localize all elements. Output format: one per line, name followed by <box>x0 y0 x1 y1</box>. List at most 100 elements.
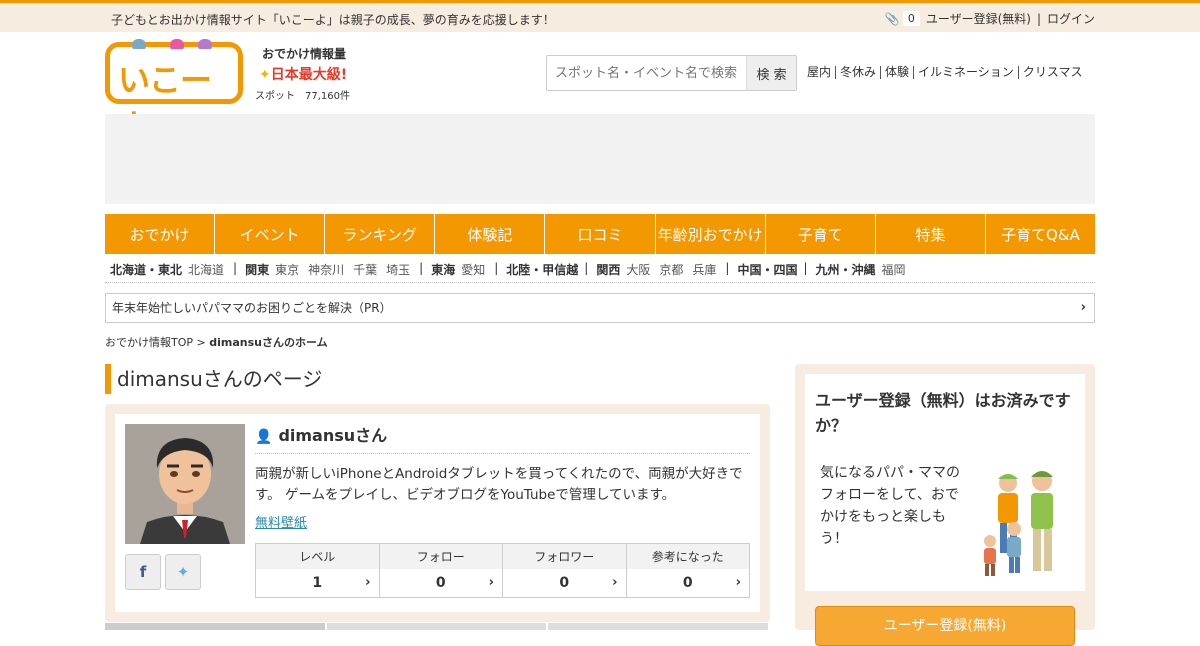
page-title: dimansuさんのページ <box>105 364 322 394</box>
user-name: 👤 dimansuさん <box>255 424 750 454</box>
stat-value: 1 <box>312 575 323 591</box>
family-illustration <box>984 471 1053 576</box>
chevron-right-icon: › <box>612 575 618 590</box>
region-name[interactable]: 中国・四国 <box>737 261 797 278</box>
register-link[interactable]: ユーザー登録(無料) <box>926 10 1031 27</box>
spot-count: スポット 77,160件 <box>255 91 350 102</box>
stat-helpful[interactable]: 参考になった 0 › <box>625 544 749 597</box>
region-separator: | <box>419 261 424 275</box>
breadcrumb-separator: > <box>196 336 206 349</box>
nav-item[interactable]: 子育てQ&A <box>984 214 1095 254</box>
stat-value: 0 <box>435 575 446 591</box>
region-name[interactable]: 東海 <box>431 261 455 278</box>
facebook-icon: f <box>139 563 147 581</box>
top-bar: 子どもとお出かけ情報サイト「いこーよ」は親子の成長、夢の育みを応援します！ 📎 … <box>0 0 1200 32</box>
ad-banner <box>105 114 1095 204</box>
separator: | <box>1036 11 1041 26</box>
user-bio: 両親が新しいiPhoneとAndroidタブレットを買ってくれたので、両親が大好… <box>255 466 743 503</box>
pr-text: 年末年始忙しいパパママのお困りごとを解決（PR） <box>112 301 392 315</box>
nav-item[interactable]: 口コミ <box>544 214 654 254</box>
twitter-share-button[interactable]: ✦ <box>165 554 201 590</box>
region-separator: | <box>494 261 499 275</box>
register-promo-card: ユーザー登録（無料）はお済みですか？ 気になるパパ・ママのフォローをして、おでか… <box>805 374 1085 591</box>
profile-tab[interactable] <box>548 623 769 630</box>
pref-link[interactable]: 福岡 <box>882 261 906 278</box>
search-input[interactable] <box>547 56 747 90</box>
paperclip-icon[interactable]: 📎 <box>885 13 900 25</box>
region-name[interactable]: 関東 <box>245 261 269 278</box>
pref-link[interactable]: 東京 <box>275 261 299 278</box>
breadcrumb-home[interactable]: おでかけ情報TOP <box>105 336 193 349</box>
site-logo[interactable]: いこーよ <box>105 39 243 145</box>
profile-card: f ✦ 👤 dimansuさん 両親が新しいiPhoneとAndroidタブレット… <box>115 414 760 612</box>
pref-link[interactable]: 埼玉 <box>386 261 410 278</box>
quick-link[interactable]: クリスマス <box>1017 66 1087 79</box>
heart-icon <box>198 39 212 49</box>
region-name[interactable]: 関西 <box>596 261 620 278</box>
nav-item[interactable]: イベント <box>214 214 324 254</box>
pref-link[interactable]: 大阪 <box>626 261 650 278</box>
region-links: 北海道・東北 北海道 | 関東 東京 神奈川 千葉 埼玉 | 東海 愛知 | 北… <box>110 261 915 278</box>
pref-link[interactable]: 愛知 <box>461 261 485 278</box>
clip-count[interactable]: 0 <box>902 11 920 26</box>
divider <box>105 282 1095 283</box>
quick-links: 屋内 冬休み 体験 イルミネーション クリスマス <box>805 66 1086 79</box>
stat-label: フォロワー <box>503 544 626 569</box>
heart-icon <box>132 39 146 49</box>
promo-text: 気になるパパ・ママのフォローをして、おでかけをもっと楽しもう！ <box>820 465 960 547</box>
breadcrumb-current: dimansuさんのホーム <box>209 336 328 349</box>
avatar <box>125 424 245 544</box>
top-bar-user-links: 📎 0 ユーザー登録(無料) | ログイン <box>885 10 1095 27</box>
wallpaper-link[interactable]: 無料壁紙 <box>255 512 307 531</box>
badge-line1: おでかけ情報量 <box>262 47 347 61</box>
stat-level[interactable]: レベル 1 › <box>256 544 379 597</box>
stat-follower[interactable]: フォロワー 0 › <box>502 544 626 597</box>
chevron-right-icon: › <box>365 575 371 590</box>
nav-item[interactable]: おでかけ <box>105 214 214 254</box>
pref-link[interactable]: 京都 <box>659 261 683 278</box>
region-name[interactable]: 九州・沖縄 <box>816 261 876 278</box>
stat-label: 参考になった <box>626 544 749 569</box>
register-button[interactable]: ユーザー登録(無料) <box>815 606 1075 646</box>
region-name[interactable]: 北陸・甲信越 <box>506 261 578 278</box>
breadcrumb: おでかけ情報TOP > dimansuさんのホーム <box>105 334 328 350</box>
pref-link[interactable]: 神奈川 <box>308 261 344 278</box>
sparkle-icon: ✦ <box>259 67 271 83</box>
quick-link[interactable]: 屋内 <box>805 66 835 79</box>
region-separator: | <box>233 261 238 275</box>
region-separator: | <box>584 261 589 275</box>
nav-item[interactable]: 子育て <box>764 214 875 254</box>
quick-link[interactable]: イルミネーション <box>913 66 1018 79</box>
user-icon: 👤 <box>255 429 273 445</box>
login-link[interactable]: ログイン <box>1047 10 1095 27</box>
nav-item[interactable]: 年齢別おでかけ <box>654 214 765 254</box>
quick-link[interactable]: 体験 <box>880 66 913 79</box>
pref-link[interactable]: 兵庫 <box>692 261 716 278</box>
profile-panel: f ✦ 👤 dimansuさん 両親が新しいiPhoneとAndroidタブレット… <box>105 404 770 622</box>
quick-link[interactable]: 冬休み <box>835 66 880 79</box>
stat-label: フォロー <box>379 544 502 569</box>
stat-follow[interactable]: フォロー 0 › <box>378 544 502 597</box>
chevron-right-icon: › <box>735 575 741 590</box>
info-badge: おでかけ情報量 ✦日本最大級! スポット 77,160件 <box>255 45 355 102</box>
chevron-right-icon: › <box>1080 300 1086 315</box>
promo-title: ユーザー登録（無料）はお済みですか？ <box>815 391 1071 435</box>
pref-link[interactable]: 北海道 <box>188 261 224 278</box>
pr-banner[interactable]: 年末年始忙しいパパママのお困りごとを解決（PR） › <box>105 293 1095 323</box>
search-box: 検 索 <box>546 55 797 91</box>
chevron-right-icon: › <box>488 575 494 590</box>
profile-tab[interactable] <box>326 623 547 630</box>
facebook-share-button[interactable]: f <box>125 554 161 590</box>
heart-icon <box>170 39 184 49</box>
stat-label: レベル <box>256 544 379 569</box>
pref-link[interactable]: 千葉 <box>353 261 377 278</box>
search-button[interactable]: 検 索 <box>746 56 796 90</box>
profile-tab[interactable] <box>105 623 325 630</box>
region-name[interactable]: 北海道・東北 <box>110 261 182 278</box>
sidebar-panel: ユーザー登録（無料）はお済みですか？ 気になるパパ・ママのフォローをして、おでか… <box>795 364 1095 646</box>
stat-value: 0 <box>682 575 693 591</box>
nav-item[interactable]: ランキング <box>324 214 434 254</box>
nav-item[interactable]: 特集 <box>874 214 985 254</box>
nav-item[interactable]: 体験記 <box>434 214 544 254</box>
badge-line2: ✦日本最大級! <box>259 67 348 83</box>
